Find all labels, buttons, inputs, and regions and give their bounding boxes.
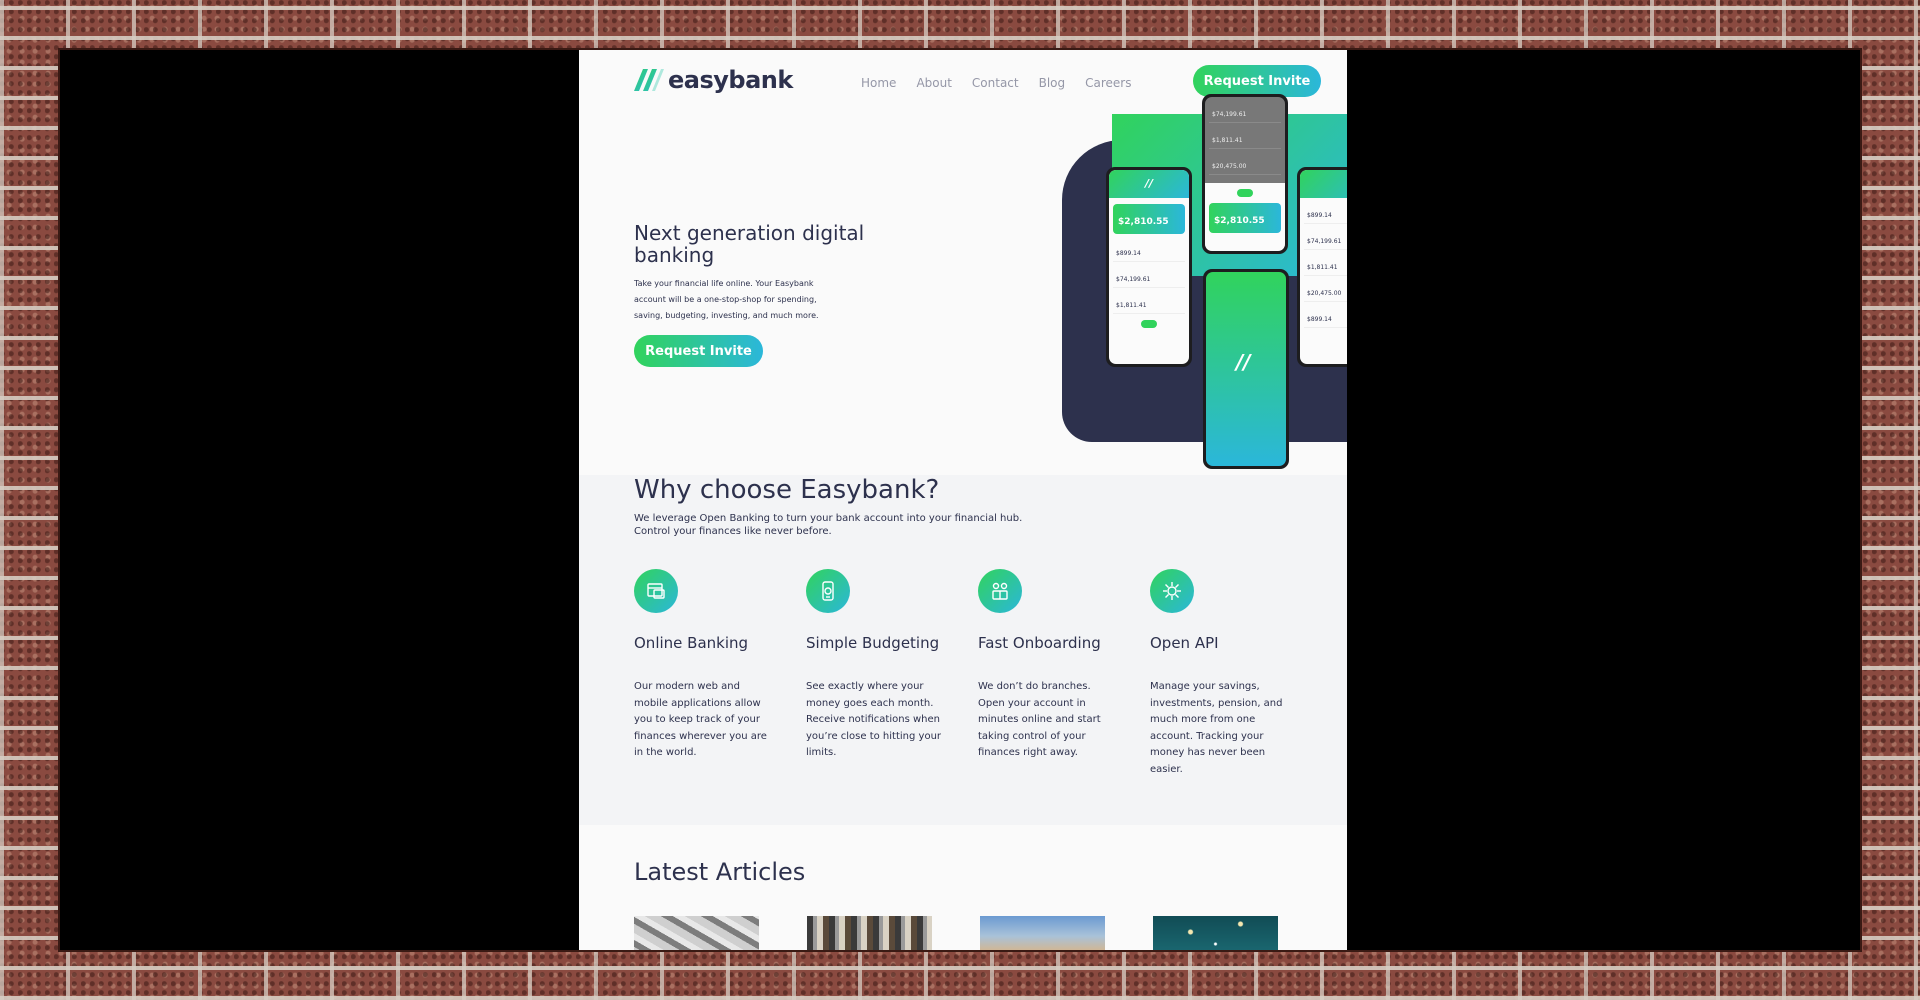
hero-request-invite-button[interactable]: Request Invite <box>634 335 763 367</box>
phone-top-screen: $74,199.61 $1,811.41 $20,475.00 $2,810.5… <box>1205 97 1285 251</box>
feature-online-banking: Online Banking Our modern web and mobile… <box>634 569 774 762</box>
latest-articles-title: Latest Articles <box>634 858 806 886</box>
logo-mark-icon <box>634 69 664 91</box>
article-thumbnail-currency[interactable] <box>634 916 759 950</box>
why-section: Why choose Easybank? We leverage Open Ba… <box>579 475 1347 825</box>
logo-text: easybank <box>668 66 793 94</box>
pill-button <box>1141 320 1157 328</box>
feature-title: Online Banking <box>634 634 749 652</box>
phone-bottom-screen: // <box>1206 272 1286 466</box>
logo-mark-icon: // <box>1145 177 1154 190</box>
phone-left-header: // <box>1109 170 1189 198</box>
feature-text: See exactly where your money goes each m… <box>806 681 942 758</box>
balance-row: $20,475.00 <box>1304 280 1347 302</box>
balance-row: $899.14 <box>1113 240 1185 262</box>
article-thumbnail-confetti[interactable] <box>1153 916 1278 950</box>
nav-link-home[interactable]: Home <box>861 76 896 90</box>
why-subtitle: We leverage Open Banking to turn your ba… <box>634 513 1023 537</box>
balance-row: $20,475.00 <box>1209 153 1281 175</box>
pill-button <box>1237 189 1253 197</box>
phone-left-screen: // $2,810.55 $899.14 $74,199.61 $1,811.4… <box>1109 170 1189 364</box>
nav-link-contact[interactable]: Contact <box>972 76 1019 90</box>
feature-text: Our modern web and mobile applications a… <box>634 681 767 758</box>
phone-top-mockup: $74,199.61 $1,811.41 $20,475.00 $2,810.5… <box>1202 94 1288 254</box>
phone-right-screen: $899.14 $74,199.61 $1,811.41 $20,475.00 … <box>1300 170 1347 364</box>
balance-row: $1,811.41 <box>1304 254 1347 276</box>
nav-link-blog[interactable]: Blog <box>1039 76 1066 90</box>
feature-open-api: Open API Manage your savings, investment… <box>1150 569 1290 778</box>
feature-simple-budgeting: Simple Budgeting See exactly where your … <box>806 569 946 762</box>
balance-card: $2,810.55 <box>1113 204 1185 234</box>
phone-bottom-mockup: // <box>1203 269 1289 469</box>
article-thumbnail-restaurant[interactable] <box>807 916 932 950</box>
balance-card: $2,810.55 <box>1209 203 1281 233</box>
feature-title: Fast Onboarding <box>978 634 1101 652</box>
why-title: Why choose Easybank? <box>634 475 940 505</box>
article-thumbnail-plane[interactable] <box>980 916 1105 950</box>
balance-row: $74,199.61 <box>1209 101 1281 123</box>
logo-mark-icon: // <box>1236 350 1251 374</box>
feature-fast-onboarding: Fast Onboarding We don’t do branches. Op… <box>978 569 1118 762</box>
hero-text: Take your financial life online. Your Ea… <box>634 279 819 320</box>
nav-request-invite-button[interactable]: Request Invite <box>1193 65 1321 97</box>
hero-title: Next generation digital banking <box>634 221 865 267</box>
phone-top-lower: $2,810.55 <box>1205 183 1285 251</box>
balance-row: $899.14 <box>1304 306 1347 328</box>
balance-row: $74,199.61 <box>1113 266 1185 288</box>
balance-row: $1,811.41 <box>1209 127 1281 149</box>
phone-right-header <box>1300 170 1347 198</box>
balance-row: $1,811.41 <box>1113 292 1185 314</box>
feature-text: Manage your savings, investments, pensio… <box>1150 681 1283 775</box>
feature-text: We don’t do branches. Open your account … <box>978 681 1101 758</box>
feature-title: Simple Budgeting <box>806 634 940 652</box>
budgeting-icon <box>806 569 850 613</box>
balance-row: $74,199.61 <box>1304 228 1347 250</box>
phone-left-mockup: // $2,810.55 $899.14 $74,199.61 $1,811.4… <box>1106 167 1192 367</box>
balance-row: $899.14 <box>1304 202 1347 224</box>
nav-link-about[interactable]: About <box>916 76 951 90</box>
api-icon <box>1150 569 1194 613</box>
phone-right-mockup: $899.14 $74,199.61 $1,811.41 $20,475.00 … <box>1297 167 1347 367</box>
onboarding-icon <box>978 569 1022 613</box>
logo[interactable]: easybank <box>634 66 793 94</box>
hero-mockups: $74,199.61 $1,811.41 $20,475.00 $2,810.5… <box>1057 94 1347 469</box>
webpage: easybank Home About Contact Blog Careers… <box>579 50 1347 950</box>
nav-links: Home About Contact Blog Careers <box>861 76 1132 90</box>
online-banking-icon <box>634 569 678 613</box>
nav-link-careers[interactable]: Careers <box>1085 76 1131 90</box>
feature-title: Open API <box>1150 634 1219 652</box>
